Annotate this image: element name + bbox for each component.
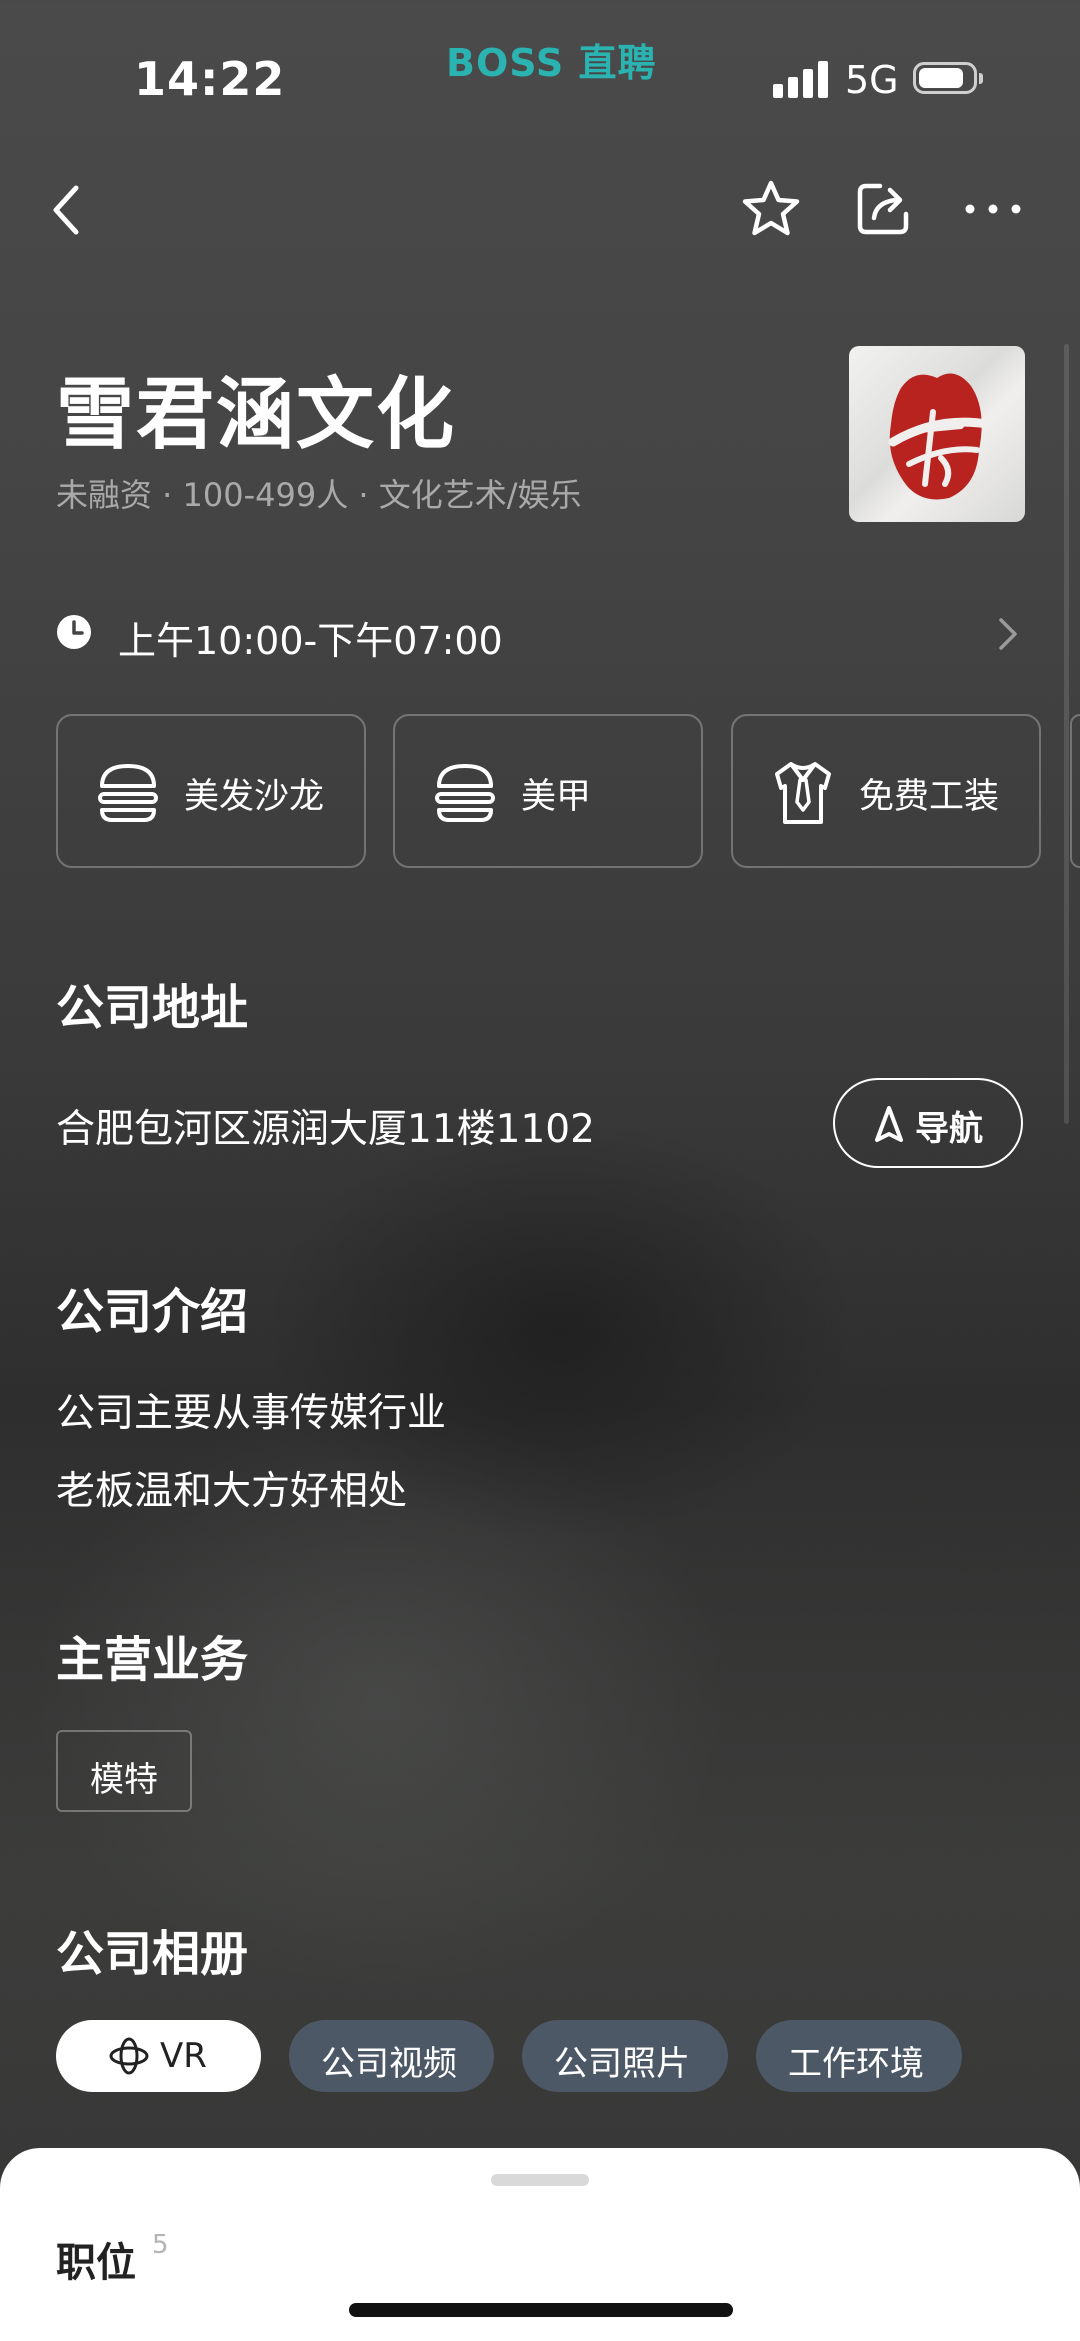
business-section-title: 主营业务: [56, 1632, 249, 1688]
album-tab-label: 工作环境: [788, 2044, 924, 2084]
scrollbar[interactable]: [1064, 344, 1069, 1124]
company-logo[interactable]: [849, 346, 1025, 522]
navigation-arrow-icon: [875, 1106, 903, 1142]
status-time: 14:22: [134, 52, 286, 106]
working-hours-text: 上午10:00-下午07:00: [118, 619, 503, 663]
share-icon: [857, 183, 909, 235]
navigation-button[interactable]: 导航: [833, 1078, 1023, 1168]
back-button[interactable]: [44, 180, 94, 240]
battery-icon: [913, 62, 983, 96]
jobs-count: 5: [152, 2230, 169, 2260]
star-icon: [742, 180, 800, 236]
benefit-card[interactable]: 美发沙龙: [56, 714, 366, 868]
company-logo-mark: [888, 373, 992, 500]
app-logo-text: BOSS 直聘: [446, 41, 657, 85]
jobs-title: 职位: [56, 2240, 136, 2286]
clock-icon: [57, 615, 91, 649]
album-tab-label: VR: [160, 2036, 207, 2076]
sheet-drag-handle[interactable]: [491, 2174, 589, 2186]
benefit-card[interactable]: 美甲: [393, 714, 703, 868]
chevron-left-icon: [53, 185, 79, 235]
intro-text-line: 老板温和大方好相处: [56, 1469, 408, 1514]
network-type: 5G: [845, 58, 899, 102]
company-meta: 未融资 · 100-499人 · 文化艺术/娱乐: [56, 476, 582, 514]
favorite-button[interactable]: [740, 178, 802, 240]
status-bar: 14:22 BOSS 直聘 5G: [0, 0, 1080, 160]
album-tab-video[interactable]: 公司视频: [289, 2020, 494, 2092]
benefit-label: 免费工装: [859, 777, 1000, 817]
more-button[interactable]: [962, 184, 1024, 234]
intro-text-line: 公司主要从事传媒行业: [56, 1391, 447, 1436]
benefit-label: 美发沙龙: [184, 777, 325, 817]
uniform-icon: [775, 762, 831, 824]
album-tab-environment[interactable]: 工作环境: [756, 2020, 962, 2092]
signal-icon: [773, 60, 829, 98]
album-tab-vr[interactable]: VR: [56, 2020, 261, 2092]
album-section-title: 公司相册: [56, 1926, 249, 1982]
more-dots-icon: [965, 204, 1021, 214]
album-tab-label: 公司视频: [321, 2044, 457, 2084]
vr-icon: [109, 2037, 149, 2075]
benefit-card[interactable]: 免费工装: [731, 714, 1041, 868]
working-hours-row[interactable]: 上午10:00-下午07:00: [56, 600, 1026, 668]
share-button[interactable]: [852, 178, 914, 240]
burger-icon: [98, 764, 158, 822]
business-tag: 模特: [56, 1730, 192, 1812]
chevron-right-icon: [999, 618, 1017, 650]
company-address: 合肥包河区源润大厦11楼1102: [56, 1107, 595, 1152]
address-section-title: 公司地址: [56, 980, 249, 1036]
benefit-card-partial[interactable]: [1070, 714, 1080, 868]
burger-icon: [435, 764, 495, 822]
intro-section-title: 公司介绍: [56, 1284, 249, 1340]
business-tag-label: 模特: [90, 1760, 158, 1800]
album-tab-label: 公司照片: [554, 2044, 690, 2084]
album-tab-photos[interactable]: 公司照片: [522, 2020, 728, 2092]
company-name: 雪君涵文化: [56, 370, 457, 460]
benefit-label: 美甲: [521, 777, 592, 817]
home-indicator[interactable]: [349, 2303, 733, 2317]
navigation-button-label: 导航: [915, 1109, 983, 1149]
